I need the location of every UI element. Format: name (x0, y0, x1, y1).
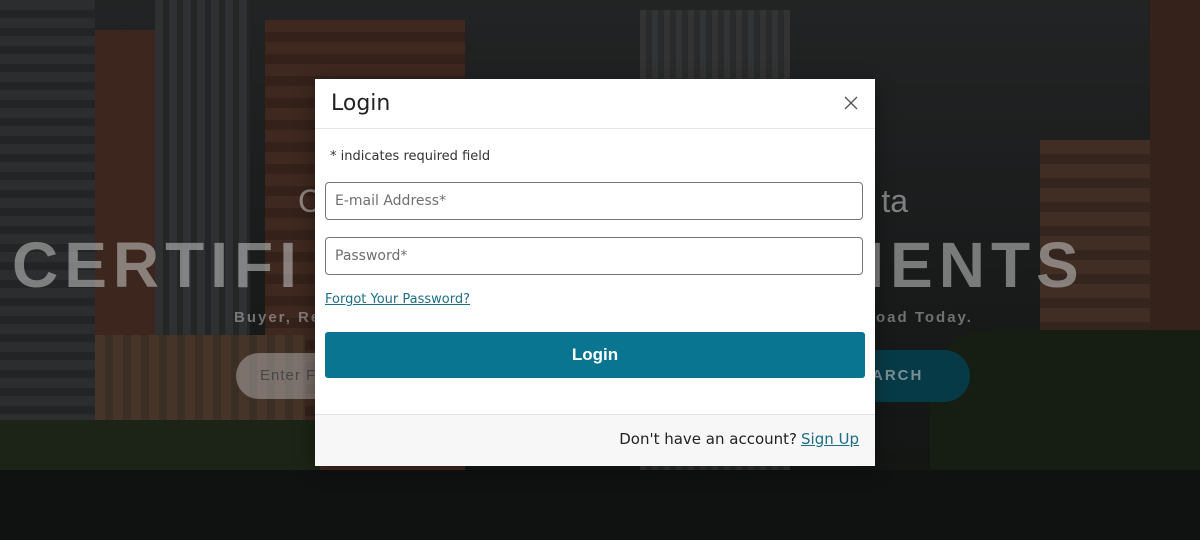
hero-tagline-left: Buyer, Re (234, 309, 322, 326)
hero-search-label: ARCH (872, 367, 924, 384)
email-field[interactable] (325, 182, 863, 220)
modal-footer: Don't have an account? Sign Up (315, 414, 875, 466)
hero-search-placeholder: Enter F (260, 367, 317, 384)
signup-prompt: Don't have an account? Sign Up (619, 430, 859, 448)
hero-subtitle-right: ta (881, 182, 908, 219)
required-field-note: * indicates required field (330, 149, 491, 164)
modal-header: Login (315, 79, 875, 129)
close-icon[interactable] (843, 95, 859, 111)
signup-link[interactable]: Sign Up (801, 430, 859, 448)
hero-search-button[interactable]: ARCH (860, 350, 970, 402)
login-button[interactable]: Login (325, 332, 865, 378)
modal-title: Login (331, 91, 391, 116)
signup-prompt-text: Don't have an account? (619, 430, 797, 448)
password-field[interactable] (325, 237, 863, 275)
login-modal: Login * indicates required field Forgot … (315, 79, 875, 466)
modal-body: * indicates required field Forgot Your P… (315, 129, 875, 414)
hero-tagline-right: oad Today. (876, 309, 973, 326)
forgot-password-link[interactable]: Forgot Your Password? (325, 292, 470, 307)
